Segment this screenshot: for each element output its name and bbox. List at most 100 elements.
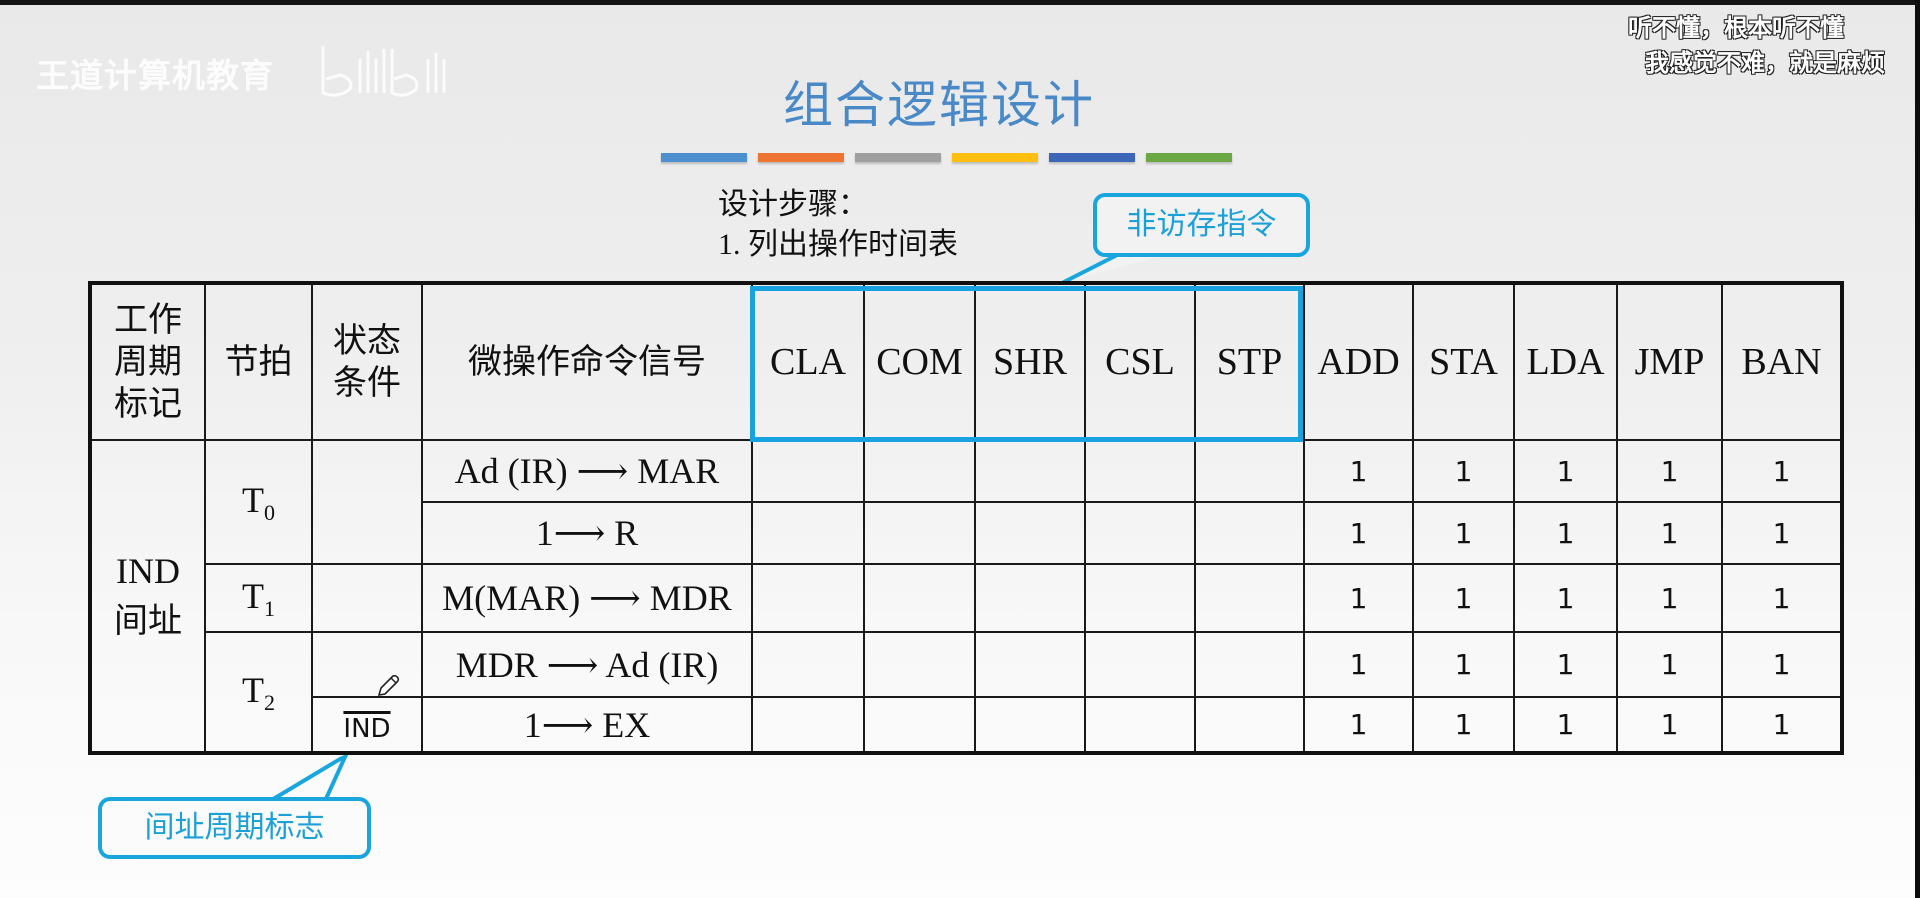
value-cell	[974, 563, 1086, 633]
value-cell: 1	[1412, 696, 1515, 754]
beat-cell: T1	[204, 563, 313, 633]
value-cell: 1	[1412, 439, 1515, 503]
beat-cell: T2	[204, 631, 313, 754]
value-cell	[974, 439, 1086, 503]
cycle-code: IND	[116, 551, 180, 591]
value-cell: 1	[1616, 563, 1723, 633]
header-instruction: CSL	[1084, 282, 1196, 441]
value-cell: 1	[1303, 696, 1414, 754]
value-cell	[1084, 563, 1196, 633]
beat-subscript: 1	[264, 595, 275, 621]
callout-non-memory-instructions: 非访存指令	[1093, 193, 1310, 257]
value-cell	[863, 563, 976, 633]
value-cell	[863, 631, 976, 698]
micro-op-cell: 1⟶ EX	[421, 696, 753, 754]
header-instruction: ADD	[1303, 282, 1414, 441]
operation-timing-table: 工作 周期 标记 节拍 状态 条件 微操作命令信号 CLA COM SHR CS…	[88, 281, 1844, 755]
accent-bar	[758, 153, 844, 162]
callout-indirect-cycle-flag: 间址周期标志	[98, 797, 371, 859]
header-instruction: LDA	[1513, 282, 1618, 441]
value-cell: 1	[1616, 501, 1723, 565]
accent-bar	[855, 153, 941, 162]
value-cell: 1	[1303, 439, 1414, 503]
accent-bar	[1049, 153, 1135, 162]
danmaku-comment: 听不懂，根本听不懂	[1628, 14, 1844, 42]
accent-bars	[661, 153, 1232, 162]
value-cell: 1	[1721, 696, 1843, 754]
value-cell	[1194, 439, 1305, 503]
value-cell	[863, 439, 976, 503]
value-cell: 1	[1303, 631, 1414, 698]
header-instruction: CLA	[751, 282, 865, 441]
header-condition: 状态 条件	[311, 282, 423, 441]
condition-cell	[311, 563, 423, 633]
value-cell	[974, 501, 1086, 565]
slide-title: 组合逻辑设计	[783, 76, 1095, 134]
beat-subscript: 2	[264, 689, 275, 715]
beat-subscript: 0	[264, 499, 275, 525]
design-steps: 设计步骤： 1. 列出操作时间表	[718, 185, 958, 265]
header-micro-op: 微操作命令信号	[421, 282, 753, 441]
value-cell: 1	[1513, 696, 1618, 754]
beat-cell: T0	[204, 439, 313, 565]
header-text: 标记	[114, 384, 182, 424]
value-cell: 1	[1616, 631, 1723, 698]
header-text: 工作	[114, 300, 182, 340]
accent-bar	[661, 153, 747, 162]
value-cell	[1194, 696, 1305, 754]
steps-heading: 设计步骤：	[718, 188, 868, 221]
value-cell: 1	[1303, 501, 1414, 565]
header-instruction: BAN	[1721, 282, 1843, 441]
value-cell: 1	[1616, 439, 1723, 503]
header-instruction: JMP	[1616, 282, 1723, 441]
condition-cell: IND	[311, 696, 423, 754]
value-cell: 1	[1412, 631, 1515, 698]
beat-label: T	[242, 479, 264, 520]
value-cell: 1	[1616, 696, 1723, 754]
micro-op-cell: MDR ⟶ Ad (IR)	[421, 631, 753, 698]
pencil-cursor-icon	[377, 674, 400, 696]
table-header-row: 工作 周期 标记 节拍 状态 条件 微操作命令信号 CLA COM SHR CS…	[89, 282, 1843, 441]
value-cell: 1	[1513, 631, 1618, 698]
micro-op-cell: M(MAR) ⟶ MDR	[421, 563, 753, 633]
value-cell	[1194, 501, 1305, 565]
table-row: IND 1⟶ EX 1 1 1 1 1	[90, 696, 1843, 754]
watermark-text: 王道计算机教育	[36, 56, 274, 95]
header-cycle-flag: 工作 周期 标记	[89, 282, 206, 441]
accent-bar	[952, 153, 1038, 162]
bilibili-logo-icon	[321, 46, 446, 97]
value-cell	[863, 501, 976, 565]
value-cell	[974, 696, 1086, 754]
header-instruction: STP	[1194, 282, 1305, 441]
value-cell	[751, 563, 865, 633]
beat-label: T	[242, 669, 264, 710]
table-row: IND 间址 T0 Ad (IR) ⟶ MAR 1 1 1 1 1	[89, 439, 1843, 754]
value-cell: 1	[1721, 501, 1843, 565]
value-cell: 1	[1513, 563, 1618, 633]
ind-negated-flag: IND	[343, 713, 391, 744]
value-cell	[1084, 501, 1196, 565]
value-cell	[751, 631, 865, 698]
cycle-cell: IND 间址	[89, 439, 206, 754]
header-instruction: SHR	[974, 282, 1086, 441]
header-instruction: STA	[1412, 282, 1515, 441]
beat-label: T	[242, 575, 264, 616]
micro-op-cell: Ad (IR) ⟶ MAR	[421, 439, 753, 503]
value-cell	[863, 696, 976, 754]
value-cell	[974, 631, 1086, 698]
value-cell	[1084, 439, 1196, 503]
value-cell: 1	[1412, 563, 1515, 633]
condition-cell	[311, 631, 423, 698]
slide-frame: 王道计算机教育 听不懂，根本听不懂 我感觉不难，就是麻烦 组合逻辑设计 设计步骤…	[0, 5, 1916, 898]
value-cell	[751, 439, 865, 503]
header-instruction: COM	[863, 282, 976, 441]
value-cell	[1084, 696, 1196, 754]
value-cell: 1	[1721, 563, 1843, 633]
cycle-name: 间址	[114, 601, 182, 641]
table-row: T2 MDR ⟶ Ad (IR) 1 1 1 1 1	[90, 631, 1843, 754]
value-cell	[751, 696, 865, 754]
window-edge	[1915, 0, 1920, 898]
header-text: 条件	[333, 363, 401, 403]
value-cell: 1	[1513, 501, 1618, 565]
value-cell	[1194, 563, 1305, 633]
